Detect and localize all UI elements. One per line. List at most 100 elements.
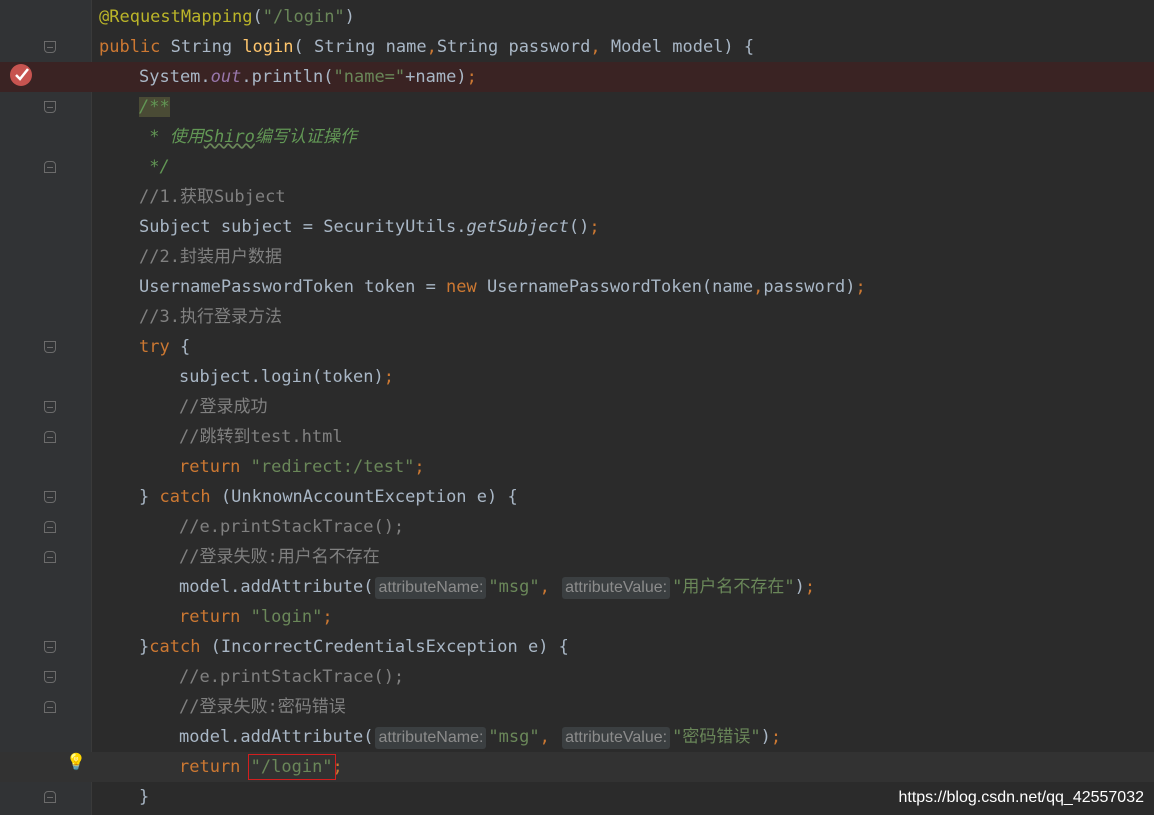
fold-marker-icon[interactable] [44,41,56,53]
code-token: "msg" [488,577,540,597]
code-line[interactable]: //3.执行登录方法 [0,302,1154,332]
fold-marker-icon[interactable] [44,491,56,503]
code-line[interactable]: System.out.println("name="+name); [0,62,1154,92]
code-token: //e.printStackTrace(); [179,667,405,687]
fold-marker-icon[interactable] [44,701,56,713]
code-line[interactable]: UsernamePasswordToken token = new Userna… [0,272,1154,302]
code-token: Shiro [203,127,255,147]
code-text: System.out.println("name="+name); [139,62,477,92]
code-text: try { [139,332,190,362]
code-line[interactable]: }catch (IncorrectCredentialsException e)… [0,632,1154,662]
code-line[interactable]: //登录成功 [0,392,1154,422]
fold-marker-icon[interactable] [44,101,56,113]
code-line[interactable]: Subject subject = SecurityUtils.getSubje… [0,212,1154,242]
parameter-hint: attributeName: [375,727,487,749]
fold-marker-icon[interactable] [44,521,56,533]
code-token: catch [149,637,211,657]
code-text: return "login"; [179,602,333,632]
code-text: model.addAttribute(attributeName: "msg", … [179,722,781,752]
parameter-hint: attributeValue: [562,727,671,749]
code-token: new [446,277,487,297]
code-line[interactable]: //e.printStackTrace(); [0,662,1154,692]
code-token: ) [794,577,805,597]
code-text: //登录成功 [179,392,267,422]
code-token: ; [466,67,477,87]
fold-marker-icon[interactable] [44,341,56,353]
code-line[interactable]: } catch (UnknownAccountException e) { [0,482,1154,512]
code-line[interactable]: //2.封装用户数据 [0,242,1154,272]
code-token: } [139,487,160,507]
code-token: ; [804,577,816,597]
code-line[interactable]: public String login( String name,String … [0,32,1154,62]
code-text: * 使用Shiro编写认证操作 [139,122,357,152]
code-token: password) [763,277,856,297]
code-token: //3.执行登录方法 [139,307,282,327]
code-line[interactable]: /** [0,92,1154,122]
fold-marker-icon[interactable] [44,641,56,653]
code-token: } [139,637,150,657]
code-token: , [426,37,437,57]
code-token: ; [332,757,343,777]
code-token: ) [760,727,771,747]
code-line[interactable]: model.addAttribute(attributeName: "msg", … [0,572,1154,602]
fold-marker-icon[interactable] [44,791,56,803]
fold-marker-icon[interactable] [44,161,56,173]
code-line[interactable]: try { [0,332,1154,362]
code-token: String password [436,37,591,57]
code-text: */ [139,152,169,182]
code-text: public String login( String name,String … [99,32,754,62]
code-token: "login" [250,607,323,627]
code-token: ; [855,277,866,297]
code-token: ; [414,457,425,477]
code-line[interactable]: subject.login(token); [0,362,1154,392]
code-line[interactable]: //登录失败:密码错误 [0,692,1154,722]
code-token: catch [159,487,221,507]
parameter-hint: attributeValue: [562,577,671,599]
code-line[interactable]: //登录失败:用户名不存在 [0,542,1154,572]
code-token: public [99,37,171,57]
lightbulb-icon[interactable]: 💡 [66,752,86,771]
code-token: model.addAttribute( [179,577,374,597]
code-token: subject.login(token) [179,367,384,387]
code-token: out [210,67,242,87]
code-line[interactable]: return "redirect:/test"; [0,452,1154,482]
code-token: //登录成功 [179,397,268,417]
code-token: ( String name [293,37,427,57]
code-text: model.addAttribute(attributeName: "msg", … [179,572,815,602]
code-text: } [139,782,149,812]
code-token: "用户名不存在" [672,577,795,597]
code-line[interactable]: //e.printStackTrace(); [0,512,1154,542]
code-token: ; [770,727,782,747]
code-token: String [170,37,243,57]
code-line[interactable]: */ [0,152,1154,182]
code-token: { [179,337,191,357]
code-token: .println( [241,67,334,87]
code-line[interactable]: return "/login"; [0,752,1154,782]
fold-marker-icon[interactable] [44,671,56,683]
code-text: Subject subject = SecurityUtils.getSubje… [139,212,600,242]
fold-marker-icon[interactable] [44,551,56,563]
code-text: //1.获取Subject [139,182,286,212]
code-text: /** [139,92,170,122]
code-line[interactable]: //1.获取Subject [0,182,1154,212]
code-token: "密码错误" [672,727,761,747]
code-text: return "redirect:/test"; [179,452,425,482]
code-token: return [179,757,251,777]
code-token: "/login" [262,7,345,27]
fold-marker-icon[interactable] [44,401,56,413]
code-token: System. [139,67,211,87]
code-token: ; [589,217,600,237]
code-line[interactable]: return "login"; [0,602,1154,632]
fold-marker-icon[interactable] [44,431,56,443]
code-token: //跳转到test.html [179,427,343,447]
code-line[interactable]: * 使用Shiro编写认证操作 [0,122,1154,152]
code-text: //3.执行登录方法 [139,302,282,332]
code-token: return [179,457,251,477]
code-line[interactable]: @RequestMapping("/login") [0,2,1154,32]
code-line[interactable]: model.addAttribute(attributeName: "msg", … [0,722,1154,752]
code-text: //2.封装用户数据 [139,242,282,272]
code-token: getSubject [466,217,569,237]
code-line[interactable]: //跳转到test.html [0,422,1154,452]
breakpoint-check-icon[interactable] [10,64,32,86]
code-token: model.addAttribute( [179,727,374,747]
